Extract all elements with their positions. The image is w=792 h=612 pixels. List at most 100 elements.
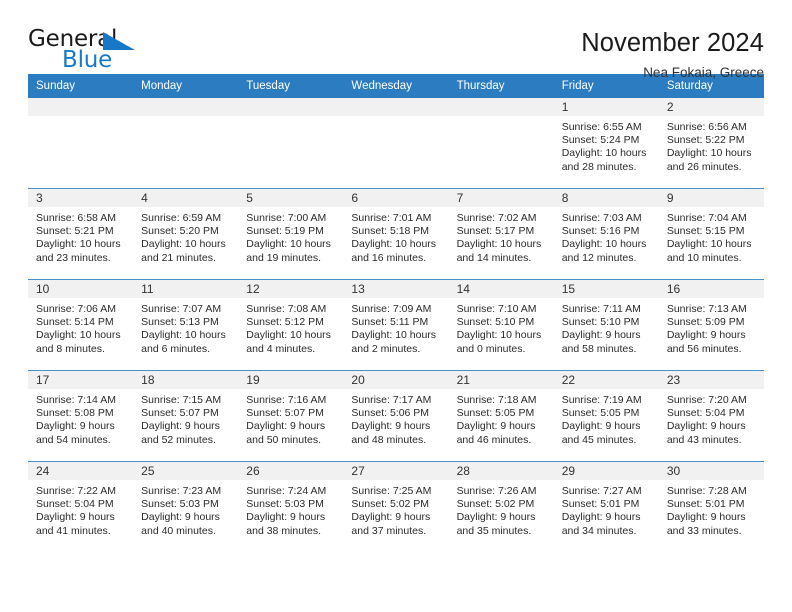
calendar-day-cell[interactable]: 10 Sunrise: 7:06 AM Sunset: 5:14 PM Dayligh… <box>28 279 134 371</box>
day-number: 24 <box>28 462 134 480</box>
day-number <box>448 98 554 116</box>
calendar-day-cell[interactable]: 26 Sunrise: 7:24 AM Sunset: 5:03 PM Dayligh… <box>238 461 344 552</box>
day-number: 2 <box>658 98 764 116</box>
sunrise-text: Sunrise: 6:58 AM <box>36 212 116 224</box>
calendar-day-cell[interactable]: 1 Sunrise: 6:55 AM Sunset: 5:24 PM Daylight… <box>553 98 659 189</box>
day-details: Sunrise: 7:07 AM Sunset: 5:13 PM Daylight:… <box>133 298 238 356</box>
sunset-text: Sunset: 5:15 PM <box>666 225 745 238</box>
calendar-day-cell[interactable]: 4 Sunrise: 6:59 AM Sunset: 5:20 PM Daylight… <box>133 188 239 280</box>
sunset-text: Sunset: 5:22 PM <box>666 134 745 147</box>
calendar-day-cell[interactable]: 21 Sunrise: 7:18 AM Sunset: 5:05 PM Dayligh… <box>448 370 554 462</box>
sunset-text: Sunset: 5:07 PM <box>141 407 219 420</box>
sunrise-text: Sunrise: 7:08 AM <box>246 303 327 315</box>
calendar-cell-empty <box>238 98 344 189</box>
weekday-header-wednesday: Wednesday <box>343 74 449 98</box>
daylight-text: Daylight: 10 hours and 28 minutes. <box>561 147 647 173</box>
calendar-day-cell[interactable]: 18 Sunrise: 7:15 AM Sunset: 5:07 PM Dayligh… <box>133 370 239 462</box>
day-details: Sunrise: 7:26 AM Sunset: 5:02 PM Daylight:… <box>449 480 554 538</box>
calendar-day-cell[interactable]: 6 Sunrise: 7:01 AM Sunset: 5:18 PM Daylight… <box>343 188 449 280</box>
calendar-week-row: 10 Sunrise: 7:06 AM Sunset: 5:14 PM Dayligh… <box>28 279 764 371</box>
sunset-text: Sunset: 5:18 PM <box>351 225 430 238</box>
page-subtitle: Nea Fokaia, Greece <box>643 65 764 81</box>
calendar-day-cell[interactable]: 5 Sunrise: 7:00 AM Sunset: 5:19 PM Daylight… <box>238 188 344 280</box>
day-number: 5 <box>238 189 344 207</box>
day-details: Sunrise: 7:22 AM Sunset: 5:04 PM Daylight:… <box>28 480 133 538</box>
calendar-day-cell[interactable]: 7 Sunrise: 7:02 AM Sunset: 5:17 PM Daylight… <box>448 188 554 280</box>
daylight-text: Daylight: 10 hours and 2 minutes. <box>351 329 437 355</box>
sunset-text: Sunset: 5:03 PM <box>246 498 324 511</box>
calendar-day-cell[interactable]: 9 Sunrise: 7:04 AM Sunset: 5:15 PM Daylight… <box>658 188 764 280</box>
day-details: Sunrise: 6:58 AM Sunset: 5:21 PM Daylight:… <box>28 207 133 265</box>
calendar-week-row: 17 Sunrise: 7:14 AM Sunset: 5:08 PM Dayligh… <box>28 370 764 462</box>
calendar-day-cell[interactable]: 22 Sunrise: 7:19 AM Sunset: 5:05 PM Dayligh… <box>553 370 659 462</box>
calendar-day-cell[interactable]: 24 Sunrise: 7:22 AM Sunset: 5:04 PM Dayligh… <box>28 461 134 552</box>
sunrise-text: Sunrise: 6:56 AM <box>666 121 747 133</box>
daylight-text: Daylight: 10 hours and 19 minutes. <box>246 238 331 264</box>
sunset-text: Sunset: 5:24 PM <box>561 134 640 147</box>
daylight-text: Daylight: 9 hours and 40 minutes. <box>141 511 220 537</box>
day-details: Sunrise: 7:10 AM Sunset: 5:10 PM Daylight:… <box>449 298 554 356</box>
day-details: Sunrise: 7:02 AM Sunset: 5:17 PM Daylight:… <box>449 207 554 265</box>
sunset-text: Sunset: 5:11 PM <box>351 316 429 329</box>
day-number: 13 <box>343 280 449 298</box>
brand-logo[interactable]: General Blue <box>28 28 140 76</box>
day-details: Sunrise: 7:27 AM Sunset: 5:01 PM Daylight:… <box>554 480 659 538</box>
day-details: Sunrise: 7:23 AM Sunset: 5:03 PM Daylight:… <box>133 480 238 538</box>
sunset-text: Sunset: 5:03 PM <box>141 498 219 511</box>
calendar-day-cell[interactable]: 30 Sunrise: 7:28 AM Sunset: 5:01 PM Dayligh… <box>658 461 764 552</box>
sunset-text: Sunset: 5:16 PM <box>561 225 640 238</box>
sunset-text: Sunset: 5:13 PM <box>141 316 219 329</box>
calendar-day-cell[interactable]: 17 Sunrise: 7:14 AM Sunset: 5:08 PM Dayligh… <box>28 370 134 462</box>
daylight-text: Daylight: 9 hours and 41 minutes. <box>36 511 115 537</box>
sunrise-text: Sunrise: 7:22 AM <box>36 485 116 497</box>
calendar-day-cell[interactable]: 16 Sunrise: 7:13 AM Sunset: 5:09 PM Dayligh… <box>658 279 764 371</box>
day-number: 21 <box>448 371 554 389</box>
calendar-day-cell[interactable]: 8 Sunrise: 7:03 AM Sunset: 5:16 PM Daylight… <box>553 188 659 280</box>
day-number: 11 <box>133 280 239 298</box>
calendar-day-cell[interactable]: 19 Sunrise: 7:16 AM Sunset: 5:07 PM Dayligh… <box>238 370 344 462</box>
calendar-day-cell[interactable]: 15 Sunrise: 7:11 AM Sunset: 5:10 PM Dayligh… <box>553 279 659 371</box>
sunrise-text: Sunrise: 7:15 AM <box>141 394 222 406</box>
calendar-day-cell[interactable]: 27 Sunrise: 7:25 AM Sunset: 5:02 PM Dayligh… <box>343 461 449 552</box>
day-details: Sunrise: 7:17 AM Sunset: 5:06 PM Daylight:… <box>343 389 448 447</box>
sunset-text: Sunset: 5:04 PM <box>36 498 114 511</box>
daylight-text: Daylight: 9 hours and 43 minutes. <box>666 420 746 446</box>
sunrise-text: Sunrise: 7:07 AM <box>141 303 222 315</box>
day-number: 10 <box>28 280 134 298</box>
calendar-body: 1 Sunrise: 6:55 AM Sunset: 5:24 PM Daylight… <box>28 98 764 552</box>
calendar-page: General Blue November 2024 Nea Fokaia, G… <box>0 0 792 612</box>
day-number: 4 <box>133 189 239 207</box>
day-number: 16 <box>658 280 764 298</box>
day-details: Sunrise: 7:25 AM Sunset: 5:02 PM Daylight:… <box>343 480 448 538</box>
sunset-text: Sunset: 5:08 PM <box>36 407 114 420</box>
calendar-day-cell[interactable]: 3 Sunrise: 6:58 AM Sunset: 5:21 PM Daylight… <box>28 188 134 280</box>
sunset-text: Sunset: 5:17 PM <box>456 225 535 238</box>
calendar-day-cell[interactable]: 13 Sunrise: 7:09 AM Sunset: 5:11 PM Dayligh… <box>343 279 449 371</box>
calendar-day-cell[interactable]: 12 Sunrise: 7:08 AM Sunset: 5:12 PM Dayligh… <box>238 279 344 371</box>
calendar-day-cell[interactable]: 29 Sunrise: 7:27 AM Sunset: 5:01 PM Dayligh… <box>553 461 659 552</box>
calendar-day-cell[interactable]: 11 Sunrise: 7:07 AM Sunset: 5:13 PM Dayligh… <box>133 279 239 371</box>
sunset-text: Sunset: 5:02 PM <box>351 498 430 511</box>
day-number: 19 <box>238 371 344 389</box>
weekday-header-monday: Monday <box>133 74 239 98</box>
day-details: Sunrise: 7:28 AM Sunset: 5:01 PM Daylight:… <box>659 480 764 538</box>
calendar-day-cell[interactable]: 14 Sunrise: 7:10 AM Sunset: 5:10 PM Dayligh… <box>448 279 554 371</box>
daylight-text: Daylight: 10 hours and 0 minutes. <box>456 329 542 355</box>
day-details: Sunrise: 7:14 AM Sunset: 5:08 PM Daylight:… <box>28 389 133 447</box>
calendar-day-cell[interactable]: 23 Sunrise: 7:20 AM Sunset: 5:04 PM Dayligh… <box>658 370 764 462</box>
calendar-cell-empty <box>133 98 239 189</box>
sunrise-text: Sunrise: 7:19 AM <box>561 394 642 406</box>
calendar-day-cell[interactable]: 20 Sunrise: 7:17 AM Sunset: 5:06 PM Dayligh… <box>343 370 449 462</box>
day-number: 18 <box>133 371 239 389</box>
day-number: 17 <box>28 371 134 389</box>
triangle-flag-icon <box>103 32 135 50</box>
day-details: Sunrise: 6:55 AM Sunset: 5:24 PM Daylight:… <box>554 116 659 174</box>
day-details: Sunrise: 7:08 AM Sunset: 5:12 PM Daylight:… <box>238 298 343 356</box>
sunset-text: Sunset: 5:20 PM <box>141 225 219 238</box>
sunrise-text: Sunrise: 7:20 AM <box>666 394 747 406</box>
calendar-day-cell[interactable]: 28 Sunrise: 7:26 AM Sunset: 5:02 PM Dayligh… <box>448 461 554 552</box>
day-number: 26 <box>238 462 344 480</box>
day-number: 3 <box>28 189 134 207</box>
calendar-day-cell[interactable]: 25 Sunrise: 7:23 AM Sunset: 5:03 PM Dayligh… <box>133 461 239 552</box>
calendar-day-cell[interactable]: 2 Sunrise: 6:56 AM Sunset: 5:22 PM Daylight… <box>658 98 764 189</box>
